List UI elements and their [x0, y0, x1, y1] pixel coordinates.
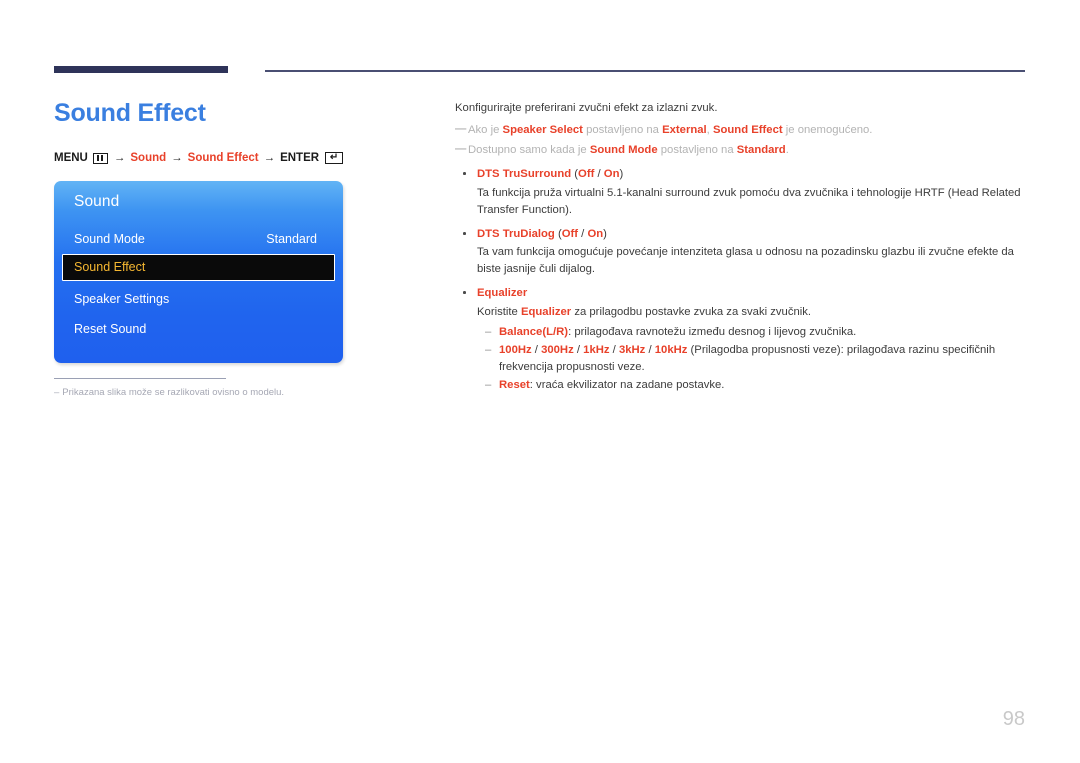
- sub-item-separator: /: [573, 343, 584, 356]
- sub-item-highlight-3khz: 3kHz: [618, 343, 646, 356]
- breadcrumb-arrow-3: →: [263, 152, 276, 164]
- note-sound-mode: — Dostupno samo kada je Sound Mode postav…: [455, 142, 1027, 159]
- sub-item-separator: /: [645, 343, 655, 356]
- bullet-body: Koristite Equalizer za prilagodbu postav…: [455, 304, 1027, 321]
- bullet-body: Ta funkcija pruža virtualni 5.1-kanalni …: [477, 186, 1021, 216]
- tv-menu-item-reset-sound[interactable]: Reset Sound: [74, 317, 323, 341]
- breadcrumb-item-sound-effect: Sound Effect: [187, 152, 259, 164]
- header-accent-bar: [54, 66, 228, 73]
- note-highlight-standard: Standard: [736, 144, 786, 157]
- note-dash: —: [455, 123, 467, 136]
- equalizer-body-highlight: Equalizer: [520, 305, 572, 318]
- sub-item-highlight: Balance(L/R): [499, 325, 569, 338]
- option-separator: /: [594, 168, 604, 181]
- footnote-divider: [54, 378, 226, 379]
- sub-dash: –: [485, 343, 492, 356]
- note-text-part: postavljeno na: [657, 144, 737, 157]
- paren-close: ): [603, 227, 607, 240]
- breadcrumb-arrow-1: →: [113, 152, 126, 164]
- bullet-title: DTS TruDialog: [477, 227, 555, 240]
- bullet-heading: Equalizer: [455, 285, 1027, 302]
- bullet-equalizer: Equalizer Koristite Equalizer za prilago…: [455, 285, 1027, 394]
- bullet-body: Ta vam funkcija omogućuje povećanje inte…: [477, 246, 1014, 276]
- breadcrumb-arrow-2: →: [171, 152, 183, 164]
- note-highlight-sound-mode: Sound Mode: [589, 144, 658, 157]
- sub-item-separator: /: [609, 343, 619, 356]
- tv-menu-item-label: Speaker Settings: [74, 292, 170, 306]
- bullet-options: (Off / On): [571, 168, 623, 180]
- bullet-heading: DTS TruSurround (Off / On): [455, 166, 1027, 183]
- tv-menu-item-sound-mode[interactable]: Sound Mode Standard: [74, 227, 323, 251]
- equalizer-body-part: Koristite: [477, 305, 521, 318]
- bullet-dot-icon: [463, 172, 466, 176]
- footnote: – Prikazana slika može se razlikovati ovi…: [54, 387, 354, 398]
- tv-menu-item-sound-effect[interactable]: Sound Effect: [62, 254, 335, 281]
- note-text-part: je onemogućeno.: [782, 124, 873, 137]
- option-off: Off: [578, 168, 595, 181]
- note-highlight-external: External: [662, 124, 707, 137]
- note-highlight-sound-effect: Sound Effect: [712, 124, 783, 137]
- sub-item-highlight-300hz: 300Hz: [541, 343, 574, 356]
- tv-menu-item-label: Reset Sound: [74, 322, 147, 336]
- bullet-title: DTS TruSurround: [477, 168, 572, 181]
- sub-item-balance: – Balance(L/R): prilagođava ravnotežu izm…: [455, 324, 1027, 341]
- sub-item-text: : prilagođava ravnotežu između desnog i …: [568, 325, 857, 338]
- sub-item-frequencies: –100Hz / 300Hz / 1kHz / 3kHz / 10kHz (Pr…: [455, 342, 1027, 376]
- tv-menu-item-value: Standard: [266, 232, 317, 246]
- sub-dash: –: [485, 379, 492, 392]
- paren-open: (: [554, 227, 562, 240]
- option-on: On: [587, 227, 604, 240]
- tv-menu-heading: Sound: [74, 193, 120, 210]
- menu-bars-icon: [92, 152, 108, 164]
- sub-item-highlight-100hz: 100Hz: [499, 343, 532, 356]
- sub-item-highlight: Reset: [499, 379, 530, 392]
- note-speaker-select: — Ako je Speaker Select postavljeno na Ex…: [455, 122, 1027, 139]
- sub-item-separator: /: [531, 343, 542, 356]
- tv-menu-item-speaker-settings[interactable]: Speaker Settings: [74, 287, 323, 311]
- page-number: 98: [1002, 708, 1025, 730]
- bullet-dts-trusurround: DTS TruSurround (Off / On) Ta funkcija p…: [455, 166, 1027, 218]
- bullet-options: (Off / On): [555, 228, 607, 240]
- tv-menu-item-label: Sound Mode: [74, 232, 145, 246]
- sub-item-text: : vraća ekvilizator na zadane postavke.: [529, 379, 725, 392]
- bullet-heading: DTS TruDialog (Off / On): [455, 226, 1027, 243]
- breadcrumb-item-sound: Sound: [130, 152, 167, 164]
- bullet-dts-trudialog: DTS TruDialog (Off / On) Ta vam funkcija…: [455, 226, 1027, 278]
- breadcrumb-menu-label: MENU: [54, 152, 88, 164]
- breadcrumb-enter-label: ENTER: [280, 152, 320, 164]
- bullet-title: Equalizer: [477, 287, 528, 300]
- tv-menu-panel: Sound Sound Mode Standard Sound Effect S…: [54, 181, 343, 363]
- note-text-part: .: [785, 144, 789, 157]
- note-text-part: Ako je: [468, 124, 503, 137]
- paren-close: ): [619, 168, 624, 181]
- bullet-dot-icon: [463, 231, 466, 235]
- option-on: On: [603, 168, 620, 181]
- breadcrumb: MENU → Sound → Sound Effect → ENTER ↵: [54, 152, 344, 164]
- footnote-dash: –: [54, 387, 60, 398]
- tv-menu-item-label: Sound Effect: [74, 260, 146, 274]
- note-text-part: postavljeno na: [582, 124, 663, 137]
- sub-item-reset: – Reset: vraća ekvilizator na zadane post…: [455, 377, 1027, 394]
- page-title: Sound Effect: [54, 99, 206, 127]
- sub-item-highlight-10khz: 10kHz: [654, 343, 688, 356]
- enter-key-icon: ↵: [325, 152, 344, 164]
- intro-paragraph: Konfigurirajte preferirani zvučni efekt …: [455, 102, 718, 114]
- header-divider-line: [265, 70, 1025, 72]
- footnote-text: Prikazana slika može se razlikovati ovis…: [62, 387, 285, 398]
- content-column: Konfigurirajte preferirani zvučni efekt …: [455, 100, 1027, 395]
- equalizer-body-part: za prilagodbu postavke zvuka za svaki zv…: [571, 305, 812, 318]
- equalizer-sub-list: – Balance(L/R): prilagođava ravnotežu izm…: [455, 324, 1027, 395]
- paren-open: (: [571, 168, 579, 181]
- note-text-part: Dostupno samo kada je: [468, 144, 590, 157]
- note-highlight-speaker-select: Speaker Select: [502, 124, 583, 137]
- bullet-dot-icon: [463, 291, 466, 294]
- option-off: Off: [561, 227, 579, 240]
- sub-item-highlight-1khz: 1kHz: [583, 343, 610, 356]
- note-dash: —: [455, 143, 467, 156]
- sub-dash: –: [485, 325, 492, 338]
